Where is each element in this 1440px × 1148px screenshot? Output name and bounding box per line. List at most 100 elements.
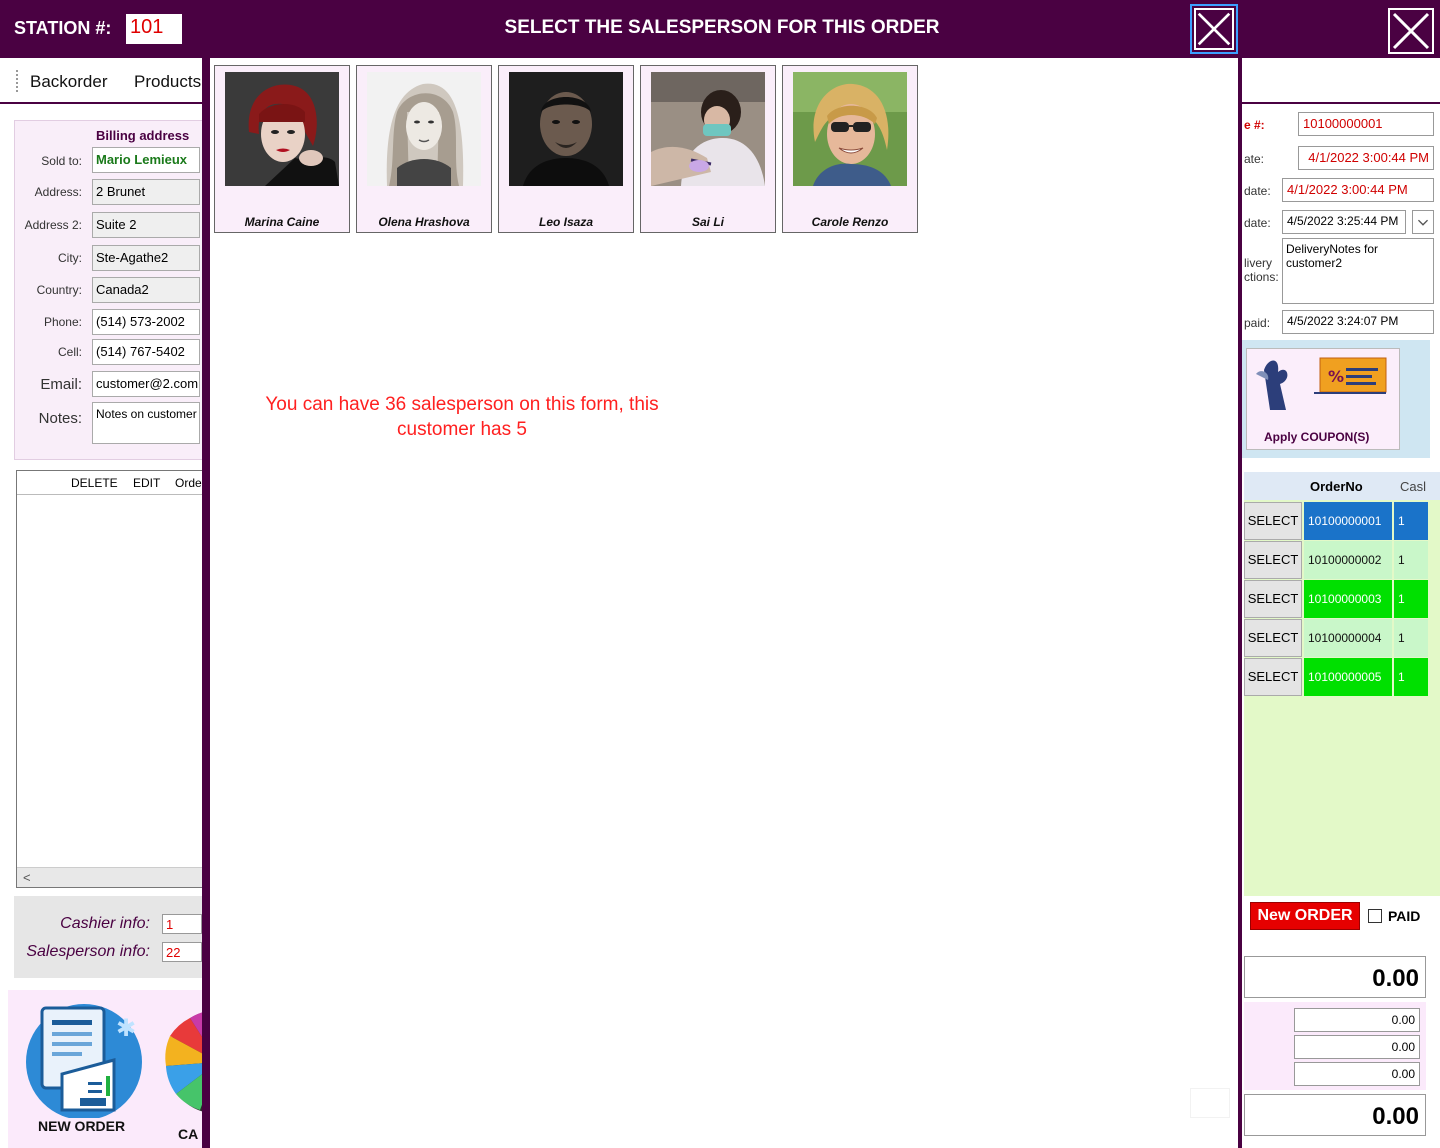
app-close-button[interactable] bbox=[1388, 8, 1434, 54]
column-edit[interactable]: EDIT bbox=[133, 476, 160, 490]
date2-label: date: bbox=[1244, 184, 1271, 198]
scroll-left-icon[interactable]: < bbox=[23, 870, 31, 885]
country-field[interactable]: Canada2 bbox=[92, 277, 200, 303]
salesperson-card-carole-renzo[interactable]: Carole Renzo bbox=[782, 65, 918, 233]
order-number-cell[interactable]: 10100000004 bbox=[1304, 619, 1392, 657]
date3-field[interactable]: 4/5/2022 3:25:44 PM bbox=[1282, 210, 1406, 234]
select-order-button[interactable]: SELECT bbox=[1244, 541, 1302, 579]
phone-field[interactable]: (514) 573-2002 bbox=[92, 309, 200, 335]
new-order-button[interactable]: New ORDER bbox=[1250, 902, 1360, 930]
orders-table: OrderNo Casl SELECT 10100000001 1 SELECT 101… bbox=[1244, 472, 1440, 896]
table-row[interactable]: SELECT 10100000001 1 bbox=[1244, 502, 1440, 540]
invoice-no-label: e #: bbox=[1244, 118, 1265, 132]
total-top-field: 0.00 bbox=[1244, 956, 1426, 998]
date1-field[interactable]: 4/1/2022 3:00:44 PM bbox=[1298, 146, 1434, 170]
salesperson-name: Sai Li bbox=[691, 215, 724, 229]
city-field[interactable]: Ste-Agathe2 bbox=[92, 245, 200, 271]
hidden-button[interactable] bbox=[1190, 1088, 1230, 1118]
cell-field[interactable]: (514) 767-5402 bbox=[92, 339, 200, 365]
order-number-cell[interactable]: 10100000003 bbox=[1304, 580, 1392, 618]
country-label: Country: bbox=[36, 283, 82, 297]
cash-cell[interactable]: 1 bbox=[1394, 502, 1428, 540]
apply-coupon-label[interactable]: Apply COUPON(S) bbox=[1264, 430, 1369, 444]
date2-field[interactable]: 4/1/2022 3:00:44 PM bbox=[1282, 178, 1434, 202]
man-portrait-icon bbox=[509, 72, 623, 186]
dialog-close-frame bbox=[1194, 8, 1234, 50]
select-salesperson-dialog: SELECT THE SALESPERSON FOR THIS ORDER Ma… bbox=[202, 0, 1242, 1148]
select-order-button[interactable]: SELECT bbox=[1244, 580, 1302, 618]
order-number-cell[interactable]: 10100000002 bbox=[1304, 541, 1392, 579]
svg-text:%: % bbox=[1328, 367, 1344, 386]
tattoo-artist-photo-icon bbox=[651, 72, 765, 186]
left-grid-header: DELETE EDIT Orde bbox=[17, 471, 203, 495]
table-row[interactable]: SELECT 10100000003 1 bbox=[1244, 580, 1440, 618]
address-label: Address: bbox=[34, 185, 82, 199]
invoice-no-field[interactable]: 10100000001 bbox=[1298, 112, 1434, 136]
paid-date-field[interactable]: 4/5/2022 3:24:07 PM bbox=[1282, 310, 1434, 334]
dialog-close-button[interactable] bbox=[1190, 4, 1238, 54]
subtotal-1-field: 0.00 bbox=[1294, 1008, 1420, 1032]
salesperson-card-leo-isaza[interactable]: Leo Isaza bbox=[498, 65, 634, 233]
station-number-field[interactable]: 101 bbox=[126, 14, 182, 44]
column-order[interactable]: Orde bbox=[175, 476, 202, 490]
cashier-info-field[interactable]: 1 bbox=[162, 914, 202, 934]
table-row[interactable]: SELECT 10100000005 1 bbox=[1244, 658, 1440, 696]
email-label: Email: bbox=[40, 376, 82, 393]
select-order-button[interactable]: SELECT bbox=[1244, 658, 1302, 696]
email-field[interactable]: customer@2.com bbox=[92, 371, 200, 397]
left-order-grid: DELETE EDIT Orde < bbox=[16, 470, 204, 888]
table-row[interactable]: SELECT 10100000002 1 bbox=[1244, 541, 1440, 579]
salesperson-name: Olena Hrashova bbox=[378, 215, 470, 229]
salesperson-name: Carole Renzo bbox=[811, 215, 889, 229]
cash-cell[interactable]: 1 bbox=[1394, 541, 1428, 579]
menu-item-products[interactable]: Products bbox=[134, 72, 201, 92]
woman-red-hair-portrait-icon bbox=[225, 72, 339, 186]
menu-grip bbox=[16, 70, 18, 92]
salesperson-count-message: You can have 36 salesperson on this form… bbox=[265, 394, 659, 440]
catalog-button-label[interactable]: CA bbox=[178, 1126, 198, 1142]
new-order-button-label[interactable]: NEW ORDER bbox=[38, 1118, 125, 1134]
order-number-cell[interactable]: 10100000001 bbox=[1304, 502, 1392, 540]
sold-to-field[interactable]: Mario Lemieux bbox=[92, 147, 200, 173]
address2-label: Address 2: bbox=[24, 218, 82, 232]
new-order-icon[interactable]: ✱ bbox=[22, 1000, 146, 1118]
sold-to-label: Sold to: bbox=[41, 154, 82, 168]
order-number-cell[interactable]: 10100000005 bbox=[1304, 658, 1392, 696]
notes-field[interactable]: Notes on customer 2 bbox=[92, 402, 200, 444]
billing-title: Billing address bbox=[96, 128, 190, 143]
close-icon bbox=[1392, 12, 1430, 50]
info-box bbox=[14, 896, 204, 978]
date3-dropdown[interactable] bbox=[1412, 210, 1434, 234]
column-orderno[interactable]: OrderNo bbox=[1310, 479, 1363, 494]
menu-item-backorder[interactable]: Backorder bbox=[30, 72, 107, 92]
salesperson-info-field[interactable]: 22 bbox=[162, 942, 202, 962]
select-order-button[interactable]: SELECT bbox=[1244, 619, 1302, 657]
paid-date-label: paid: bbox=[1244, 316, 1271, 330]
cell-label: Cell: bbox=[57, 345, 82, 359]
subtotal-2-field: 0.00 bbox=[1294, 1035, 1420, 1059]
chevron-down-icon bbox=[1417, 219, 1429, 226]
select-order-button[interactable]: SELECT bbox=[1244, 502, 1302, 540]
address2-field[interactable]: Suite 2 bbox=[92, 212, 200, 238]
city-label: City: bbox=[58, 251, 82, 265]
cash-cell[interactable]: 1 bbox=[1394, 619, 1428, 657]
cash-cell[interactable]: 1 bbox=[1394, 658, 1428, 696]
salesperson-info-label: Salesperson info: bbox=[26, 943, 150, 960]
salesperson-card-olena-hrashova[interactable]: Olena Hrashova bbox=[356, 65, 492, 233]
salesperson-card-marina-caine[interactable]: Marina Caine bbox=[214, 65, 350, 233]
close-icon bbox=[1197, 12, 1231, 46]
cash-cell[interactable]: 1 bbox=[1394, 580, 1428, 618]
dialog-body: Marina Caine Olena Hrashova Leo Isaza Sa… bbox=[210, 58, 1238, 1148]
orders-table-header: OrderNo Casl bbox=[1244, 472, 1440, 500]
table-row[interactable]: SELECT 10100000004 1 bbox=[1244, 619, 1440, 657]
column-delete[interactable]: DELETE bbox=[71, 476, 118, 490]
paid-checkbox[interactable] bbox=[1368, 909, 1382, 923]
paid-label: PAID bbox=[1388, 908, 1421, 924]
delivery-notes-field[interactable]: DeliveryNotes for customer2 bbox=[1282, 238, 1434, 304]
coupon-icon: % bbox=[1256, 357, 1387, 410]
horizontal-scrollbar[interactable]: < bbox=[17, 867, 203, 887]
woman-sunglasses-portrait-icon bbox=[793, 72, 907, 186]
salesperson-card-sai-li[interactable]: Sai Li bbox=[640, 65, 776, 233]
address-field[interactable]: 2 Brunet bbox=[92, 179, 200, 205]
column-cash[interactable]: Casl bbox=[1400, 479, 1426, 494]
